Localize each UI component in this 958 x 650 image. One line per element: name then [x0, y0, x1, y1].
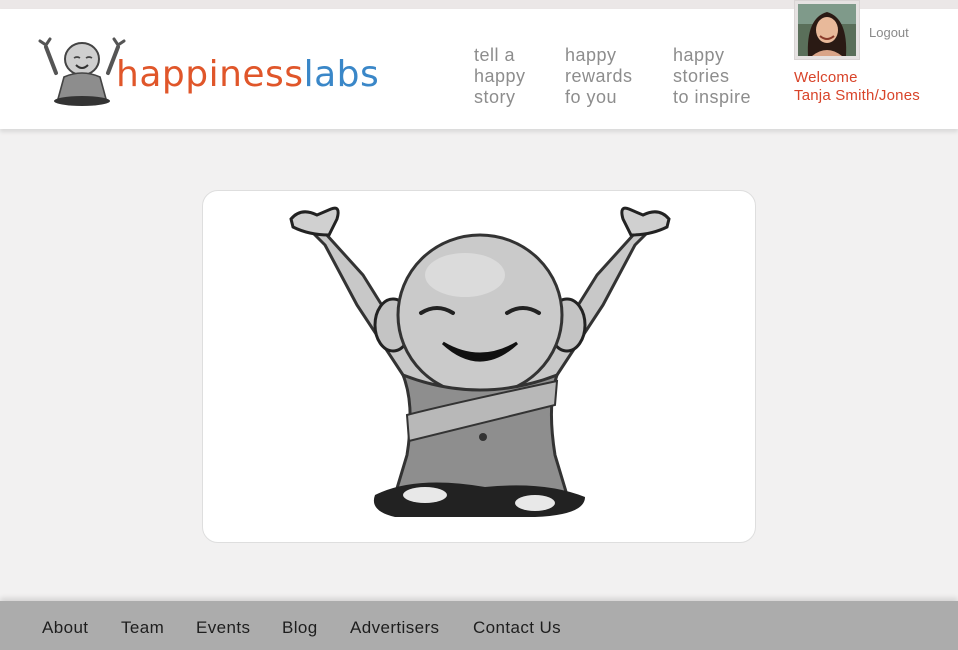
user-avatar[interactable] — [794, 0, 860, 60]
happinesslabs-logo[interactable]: happinesslabs — [36, 25, 381, 107]
nav-happy-rewards[interactable]: happy rewards fo you — [565, 45, 633, 108]
site-footer: About Team Events Blog Advertisers Conta… — [0, 601, 958, 650]
nav-tell-a-happy-story[interactable]: tell a happy story — [474, 45, 526, 108]
footer-link-events[interactable]: Events — [196, 618, 250, 638]
logo-word-happiness: happiness — [116, 54, 304, 95]
welcome-message: Welcome Tanja Smith/Jones — [794, 69, 920, 105]
nav-label-line: story — [474, 87, 516, 107]
logo-word-labs: labs — [303, 54, 380, 95]
footer-link-contact-us[interactable]: Contact Us — [473, 618, 561, 638]
nav-label-line: happy — [474, 66, 526, 86]
nav-label-line: fo you — [565, 87, 618, 107]
footer-link-about[interactable]: About — [42, 618, 88, 638]
footer-link-advertisers[interactable]: Advertisers — [350, 618, 439, 638]
logo-wordmark: happinesslabs — [116, 55, 379, 95]
site-header: happinesslabs tell a happy story happy r… — [0, 0, 958, 129]
monk-mascot-icon — [289, 206, 671, 517]
hero-card — [202, 190, 756, 543]
nav-label-line: stories — [673, 66, 730, 86]
nav-label-line: happy — [673, 45, 725, 65]
nav-label-line: to inspire — [673, 87, 752, 107]
welcome-label: Welcome — [794, 69, 858, 86]
logout-link[interactable]: Logout — [869, 25, 909, 40]
footer-link-blog[interactable]: Blog — [282, 618, 318, 638]
nav-label-line: tell a — [474, 45, 516, 65]
nav-happy-stories[interactable]: happy stories to inspire — [673, 45, 751, 108]
user-photo-icon — [798, 4, 856, 56]
footer-link-team[interactable]: Team — [121, 618, 164, 638]
nav-label-line: rewards — [565, 66, 633, 86]
user-name[interactable]: Tanja Smith/Jones — [794, 87, 920, 105]
nav-label-line: happy — [565, 45, 617, 65]
